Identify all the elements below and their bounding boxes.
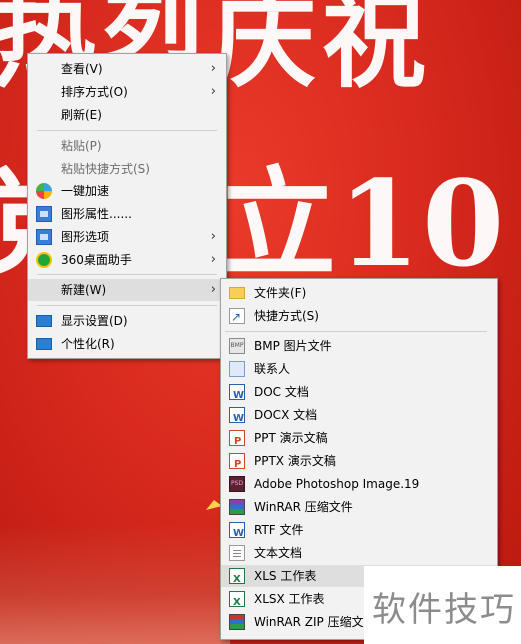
submenu-item-ppt-label: PPT 演示文稿 [254,431,328,445]
submenu-item-xlsx-label: XLSX 工作表 [254,592,325,606]
desktop-context-menu: 查看(V) › 排序方式(O) › 刷新(E) 粘贴(P) 粘贴快捷方式(S) … [27,53,227,359]
chevron-right-icon: › [210,229,216,244]
menu-item-360-desktop-assistant[interactable]: 360桌面助手 › [28,249,226,271]
submenu-item-text-document[interactable]: 文本文档 [221,542,497,564]
submenu-item-pptx[interactable]: PPTX 演示文稿 [221,450,497,472]
menu-item-sort-by[interactable]: 排序方式(O) › [28,81,226,103]
text-document-icon [229,545,245,561]
speed-icon [36,183,52,199]
menu-item-speedup-label: 一键加速 [61,184,110,198]
docx-icon [229,407,245,426]
chevron-right-icon: › [210,61,216,76]
menu-item-one-click-speedup[interactable]: 一键加速 [28,180,226,202]
bmp-icon: BMP [229,338,245,354]
submenu-item-folder-label: 文件夹(F) [254,286,307,300]
menu-item-view-label: 查看(V) [61,62,103,76]
menu-item-sort-label: 排序方式(O) [61,85,128,99]
submenu-item-docx-label: DOCX 文档 [254,408,318,422]
xlsx-icon [229,591,245,610]
submenu-item-shortcut-label: 快捷方式(S) [254,309,319,323]
graphics-options-icon [36,229,52,245]
menu-item-new[interactable]: 新建(W) › [28,279,226,301]
display-icon [36,315,52,327]
menu-item-refresh-label: 刷新(E) [61,108,102,122]
360-icon [36,252,52,268]
rtf-icon [229,522,245,541]
menu-separator [225,331,487,332]
background-skyline [0,524,230,644]
watermark: 软件技巧 [364,566,521,644]
submenu-item-text-label: 文本文档 [254,546,303,560]
winrar-zip-icon [229,614,245,630]
menu-item-paste-shortcut-label: 粘贴快捷方式(S) [61,162,150,176]
submenu-item-contact[interactable]: 联系人 [221,358,497,380]
menu-item-graphics-options[interactable]: 图形选项 › [28,226,226,248]
menu-item-graphics-options-label: 图形选项 [61,230,110,244]
folder-icon [229,287,245,299]
submenu-item-winrar-label: WinRAR 压缩文件 [254,500,353,514]
menu-item-refresh[interactable]: 刷新(E) [28,104,226,126]
menu-item-graphics-properties[interactable]: 图形属性...... [28,203,226,225]
menu-item-paste[interactable]: 粘贴(P) [28,135,226,157]
personalize-icon [36,338,52,350]
chevron-right-icon: › [210,84,216,99]
submenu-item-photoshop[interactable]: PSD Adobe Photoshop Image.19 [221,473,497,495]
shortcut-icon [229,306,245,327]
menu-separator [37,305,217,306]
xls-icon [229,568,245,587]
submenu-item-doc-label: DOC 文档 [254,385,309,399]
submenu-item-winrar[interactable]: WinRAR 压缩文件 [221,496,497,518]
doc-icon [229,384,245,403]
menu-item-paste-shortcut[interactable]: 粘贴快捷方式(S) [28,158,226,180]
submenu-item-ppt[interactable]: PPT 演示文稿 [221,427,497,449]
menu-item-display-settings[interactable]: 显示设置(D) [28,310,226,332]
menu-item-view[interactable]: 查看(V) › [28,58,226,80]
submenu-item-contact-label: 联系人 [254,362,291,376]
menu-item-paste-label: 粘贴(P) [61,139,102,153]
submenu-item-xls-label: XLS 工作表 [254,569,317,583]
graphics-properties-icon [36,206,52,222]
menu-separator [37,130,217,131]
watermark-text: 软件技巧 [372,590,516,630]
menu-item-display-settings-label: 显示设置(D) [61,314,128,328]
submenu-item-winrar-zip-label: WinRAR ZIP 压缩文件 [254,615,376,629]
menu-item-graphics-properties-label: 图形属性...... [61,207,132,221]
chevron-right-icon: › [210,282,216,297]
contact-icon [229,361,245,377]
ppt-icon [229,430,245,449]
submenu-item-bmp-label: BMP 图片文件 [254,339,332,353]
pptx-icon [229,453,245,472]
menu-item-personalize[interactable]: 个性化(R) [28,333,226,355]
submenu-item-bmp[interactable]: BMP BMP 图片文件 [221,335,497,357]
submenu-item-folder[interactable]: 文件夹(F) [221,282,497,304]
menu-item-personalize-label: 个性化(R) [61,337,115,351]
submenu-item-shortcut[interactable]: 快捷方式(S) [221,305,497,327]
submenu-item-photoshop-label: Adobe Photoshop Image.19 [254,477,420,491]
submenu-item-docx[interactable]: DOCX 文档 [221,404,497,426]
winrar-icon [229,499,245,515]
photoshop-icon: PSD [229,476,245,492]
menu-separator [37,274,217,275]
submenu-item-doc[interactable]: DOC 文档 [221,381,497,403]
menu-item-360-label: 360桌面助手 [61,253,132,267]
submenu-item-pptx-label: PPTX 演示文稿 [254,454,336,468]
chevron-right-icon: › [210,252,216,267]
submenu-item-rtf-label: RTF 文件 [254,523,304,537]
submenu-item-rtf[interactable]: RTF 文件 [221,519,497,541]
menu-item-new-label: 新建(W) [61,283,107,297]
